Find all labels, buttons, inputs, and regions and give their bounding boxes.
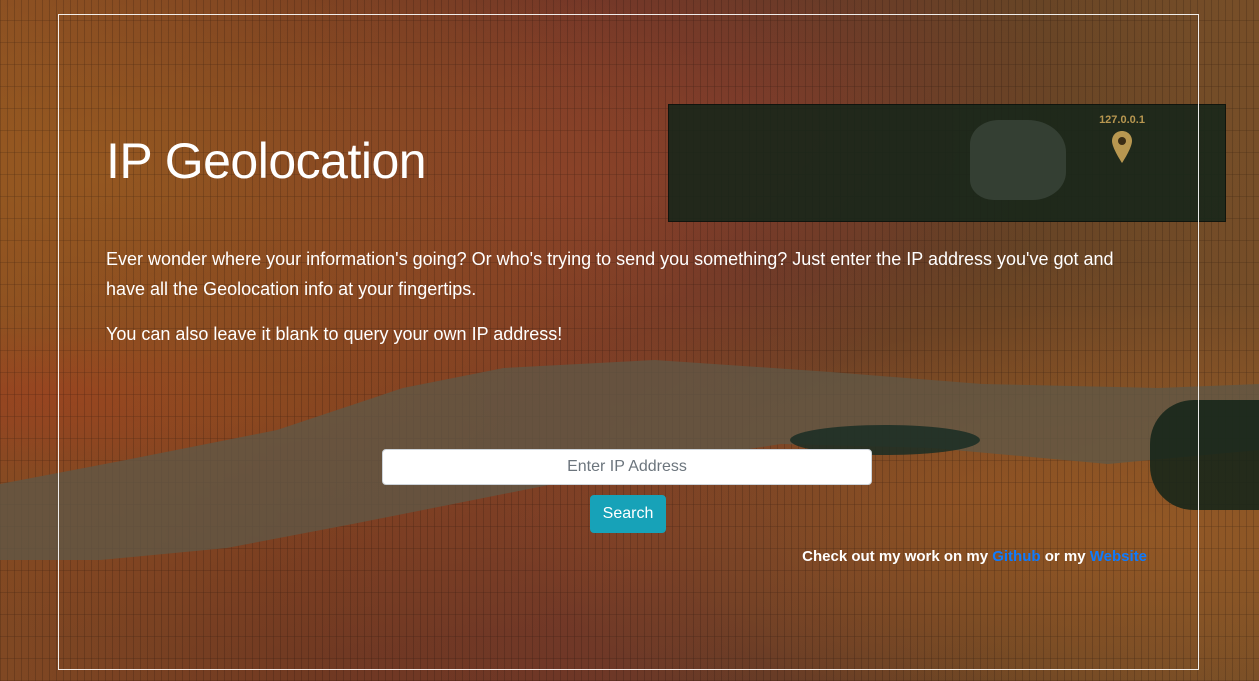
footer-connector: or my bbox=[1044, 548, 1086, 565]
page-title: IP Geolocation bbox=[106, 133, 427, 189]
page-description-secondary: You can also leave it blank to query you… bbox=[106, 324, 563, 344]
website-link[interactable]: Website bbox=[1090, 548, 1147, 565]
ip-address-input[interactable] bbox=[382, 449, 872, 485]
footer-prefix: Check out my work on my bbox=[802, 548, 989, 565]
page-description: Ever wonder where your information's goi… bbox=[106, 249, 1114, 299]
github-link[interactable]: Github bbox=[992, 548, 1040, 565]
footer-credits: Check out my work on my Github or my Web… bbox=[802, 548, 1147, 565]
search-button[interactable]: Search bbox=[590, 495, 666, 533]
